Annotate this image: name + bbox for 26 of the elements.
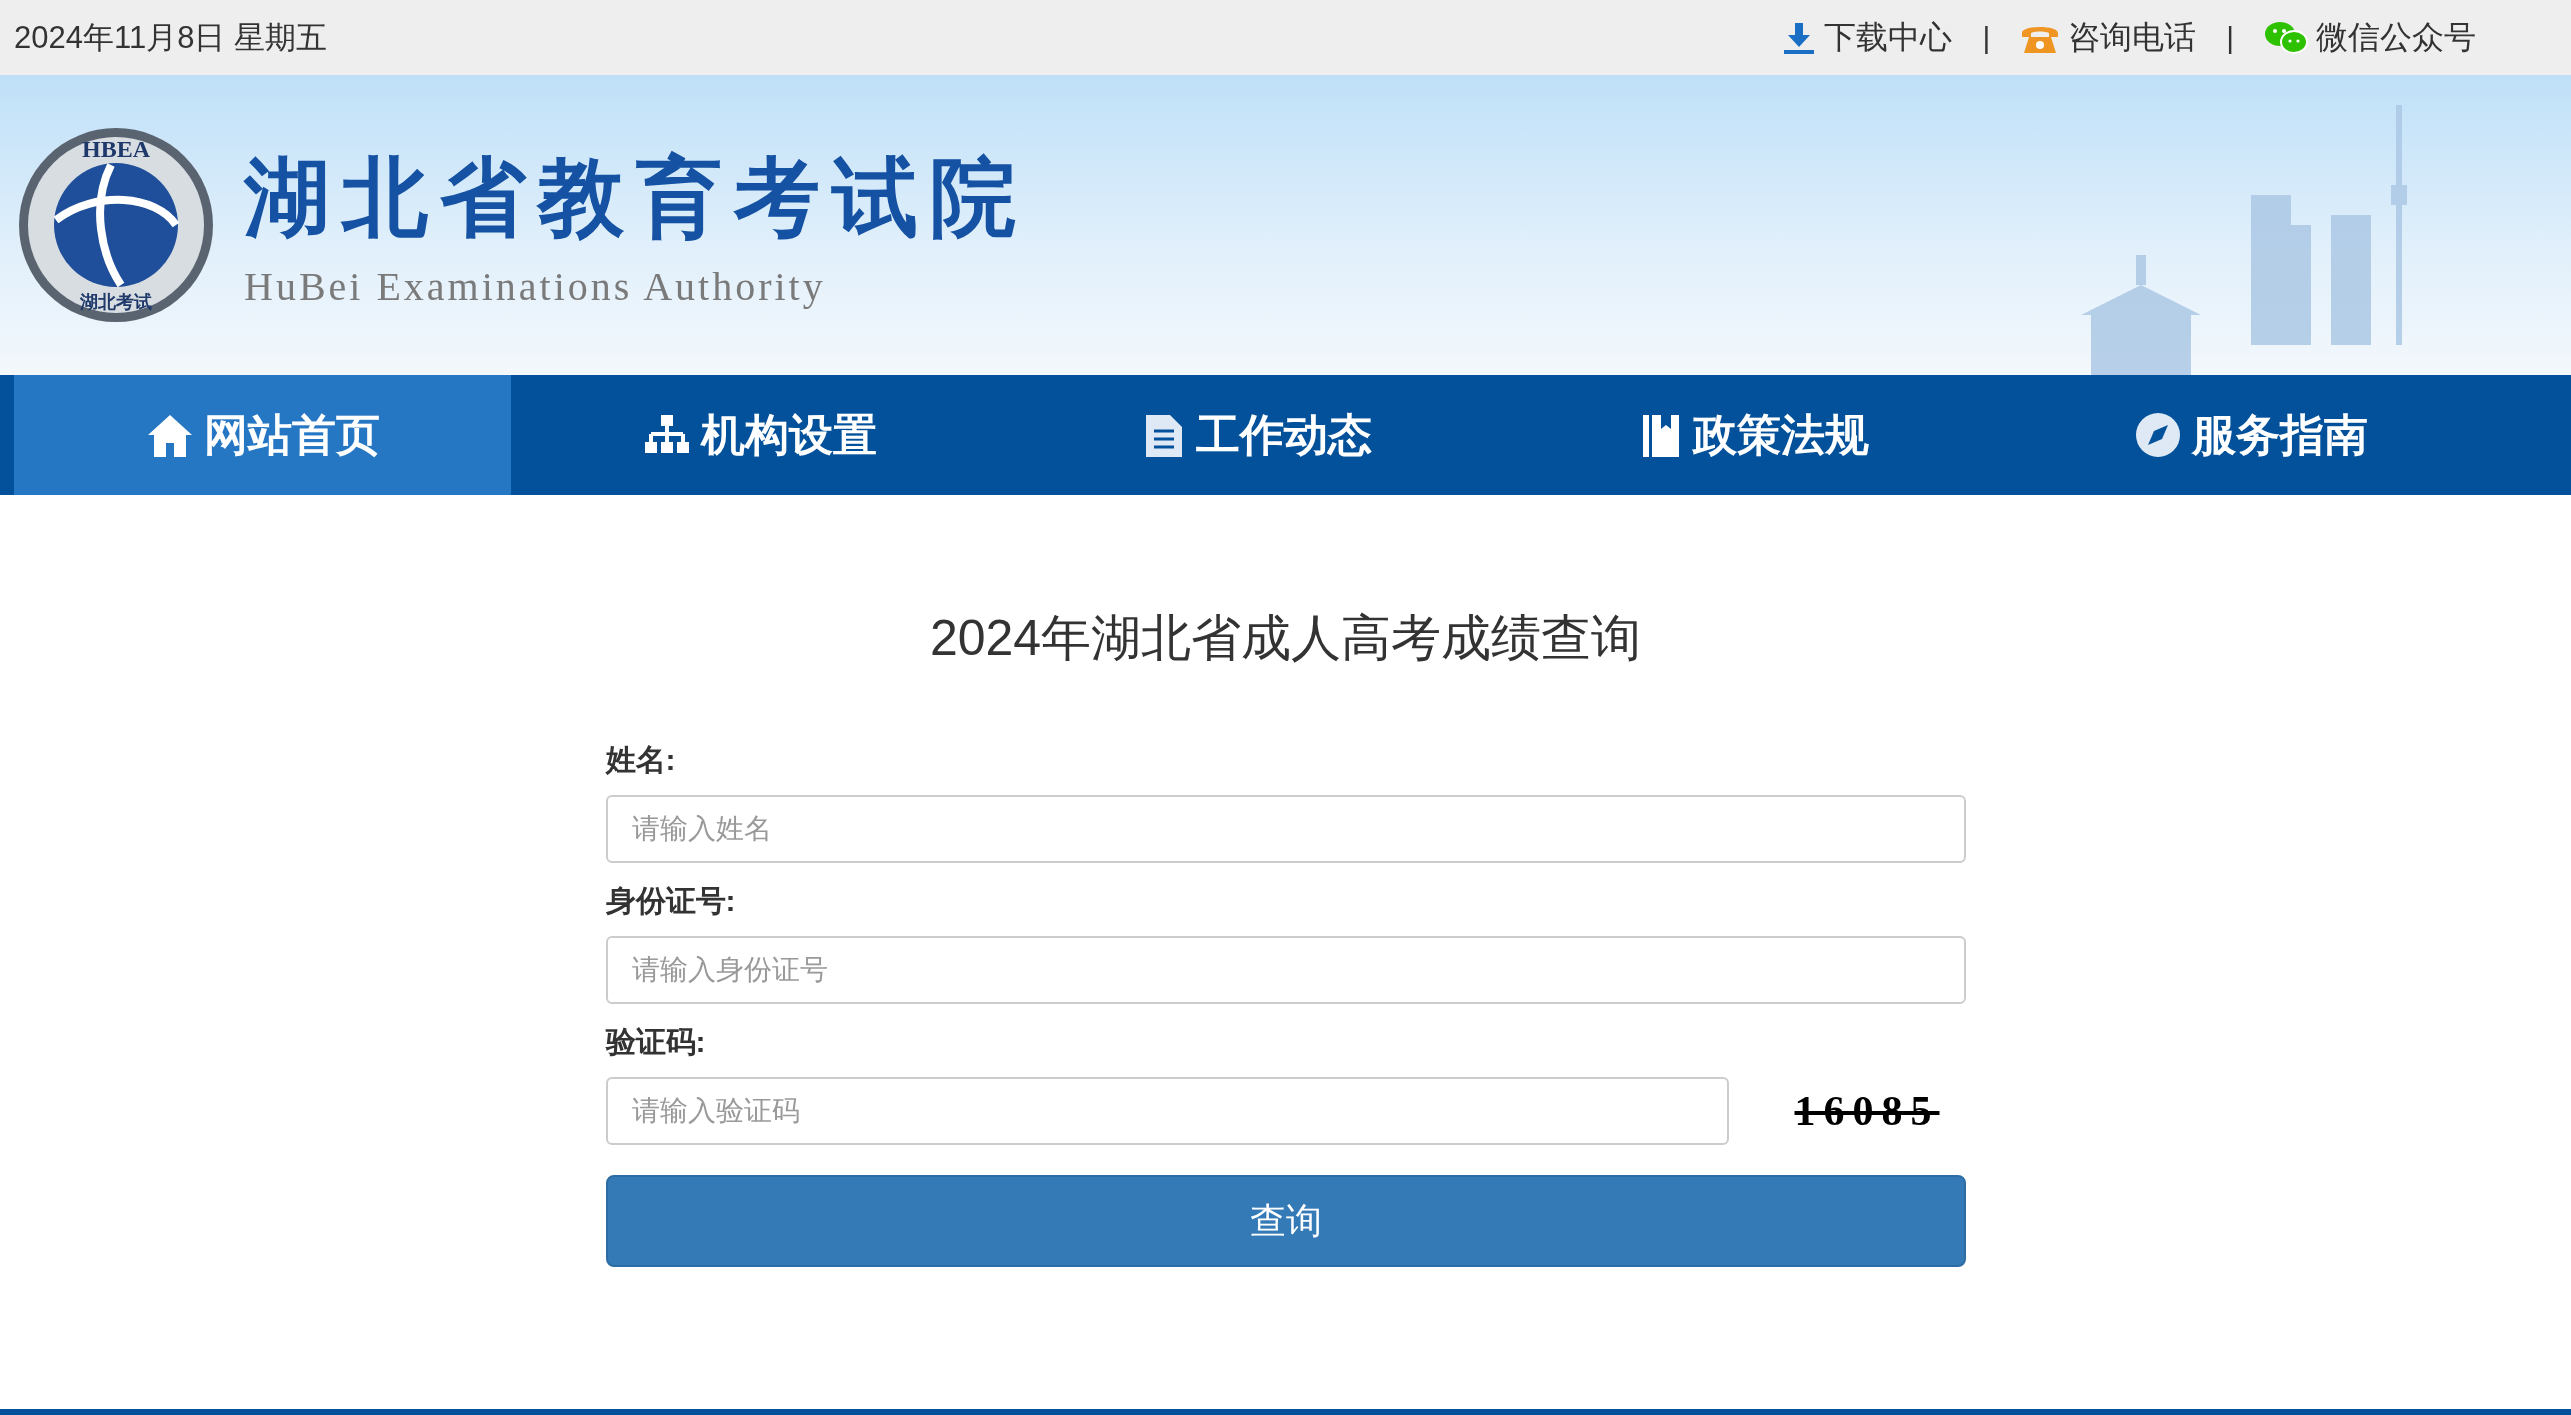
compass-icon — [2133, 411, 2182, 459]
emblem-logo: HBEA 湖北考试 — [16, 125, 216, 325]
nav-tab[interactable]: 机构设置 — [511, 375, 1008, 495]
top-link[interactable]: 咨询电话 — [2020, 15, 2197, 60]
nav-tab[interactable]: 网站首页 — [14, 375, 511, 495]
top-link[interactable]: 下载中心 — [1782, 15, 1953, 60]
nav-tab[interactable]: 政策法规 — [1505, 375, 2002, 495]
separator: | — [2226, 20, 2234, 55]
field-label: 姓名: — [605, 742, 677, 778]
chat-bubbles-icon — [2264, 19, 2308, 56]
date-text: 2024年11月8日 星期五 — [14, 18, 327, 57]
captcha-input[interactable]: 请输入验证码 — [605, 1077, 1729, 1145]
top-link[interactable]: 微信公众号 — [2264, 15, 2476, 60]
nav-tab[interactable]: 服务指南 — [2002, 375, 2499, 495]
separator: | — [1982, 20, 1991, 55]
field-label: 验证码: — [605, 1024, 707, 1060]
download-icon — [1782, 20, 1817, 55]
page-heading: 2024年湖北省成人高考成绩查询 — [929, 609, 1642, 668]
input-field[interactable]: 请输入身份证号 — [605, 936, 1966, 1004]
query-button[interactable]: 查询 — [605, 1175, 1966, 1267]
nav-tab[interactable]: 工作动态 — [1008, 375, 1505, 495]
input-field[interactable]: 请输入姓名 — [605, 795, 1966, 863]
captcha-image[interactable]: 16085 — [1794, 1087, 1940, 1135]
field-label: 身份证号: — [605, 883, 737, 919]
site-title: 湖北省教育考试院 — [244, 145, 1028, 249]
site-subtitle: HuBei Examinations Authority — [244, 263, 827, 310]
